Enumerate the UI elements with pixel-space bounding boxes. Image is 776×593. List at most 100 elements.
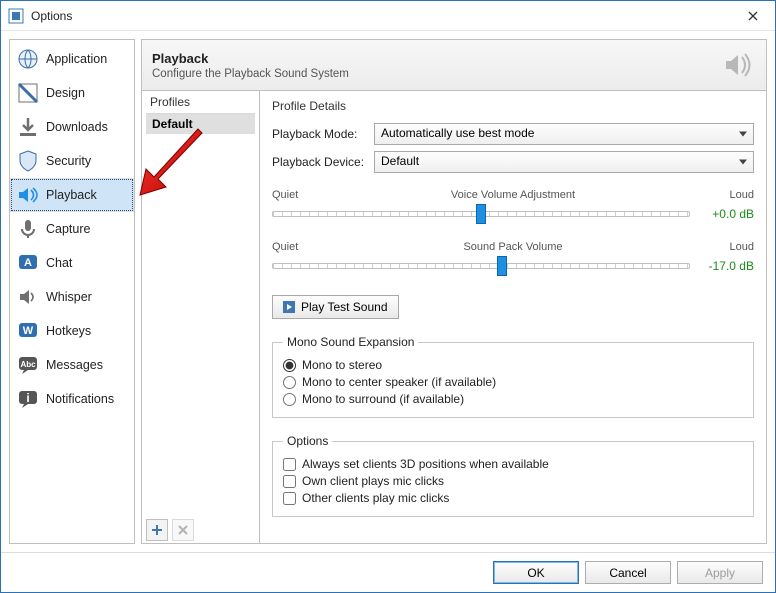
apply-button: Apply: [677, 561, 763, 584]
voice-volume-label: Voice Volume Adjustment: [332, 189, 694, 201]
section-header: Playback Configure the Playback Sound Sy…: [141, 39, 767, 91]
category-sidebar: Application Design Downloads Security Playba…: [9, 39, 135, 544]
sidebar-item-label: Capture: [46, 222, 90, 236]
section-title: Playback: [152, 51, 710, 66]
mono-option[interactable]: Mono to stereo: [283, 358, 743, 372]
sidebar-item-design[interactable]: Design: [10, 76, 134, 110]
voice-volume-slider[interactable]: [272, 203, 690, 225]
play-test-sound-button[interactable]: Play Test Sound: [272, 295, 399, 319]
sidebar-item-label: Messages: [46, 358, 103, 372]
checkbox-input[interactable]: [283, 475, 296, 488]
sidebar-item-label: Playback: [46, 188, 97, 202]
radio-input[interactable]: [283, 359, 296, 372]
svg-text:i: i: [26, 391, 29, 405]
svg-text:A: A: [24, 257, 32, 269]
sidebar-item-label: Hotkeys: [46, 324, 91, 338]
shield-icon: [16, 149, 40, 173]
svg-text:Abc: Abc: [20, 360, 36, 369]
sidebar-item-notifications[interactable]: i Notifications: [10, 382, 134, 416]
voice-volume-db: +0.0 dB: [702, 207, 754, 221]
sidebar-item-whisper[interactable]: Whisper: [10, 280, 134, 314]
checkbox-input[interactable]: [283, 458, 296, 471]
mono-expansion-group: Mono Sound Expansion Mono to stereo Mono …: [272, 335, 754, 418]
sidebar-item-messages[interactable]: Abc Messages: [10, 348, 134, 382]
playback-device-select[interactable]: Default: [374, 151, 754, 173]
checkbox-label: Always set clients 3D positions when ava…: [302, 457, 549, 471]
mic-icon: [16, 217, 40, 241]
sound-pack-slider[interactable]: [272, 255, 690, 277]
sidebar-item-label: Security: [46, 154, 91, 168]
sound-pack-label: Sound Pack Volume: [332, 241, 694, 253]
whisper-icon: [16, 285, 40, 309]
sidebar-item-label: Chat: [46, 256, 72, 270]
quiet-label: Quiet: [272, 189, 332, 201]
ok-button[interactable]: OK: [493, 561, 579, 584]
sound-pack-block: Quiet Sound Pack Volume Loud -17.0 dB: [272, 241, 754, 277]
loud-label: Loud: [694, 189, 754, 201]
profile-details: Profile Details Playback Mode: Automatic…: [260, 91, 766, 543]
sound-pack-db: -17.0 dB: [702, 259, 754, 273]
radio-label: Mono to surround (if available): [302, 392, 464, 406]
playback-mode-label: Playback Mode:: [272, 127, 366, 141]
quiet-label-2: Quiet: [272, 241, 332, 253]
svg-text:W: W: [23, 325, 34, 337]
body: Application Design Downloads Security Playba…: [1, 31, 775, 552]
option-check[interactable]: Other clients play mic clicks: [283, 491, 743, 505]
radio-input[interactable]: [283, 376, 296, 389]
radio-input[interactable]: [283, 393, 296, 406]
chat-a-icon: A: [16, 251, 40, 275]
hotkey-w-icon: W: [16, 319, 40, 343]
design-icon: [16, 81, 40, 105]
section-subtitle: Configure the Playback Sound System: [152, 68, 710, 80]
profiles-list[interactable]: Default: [146, 113, 255, 513]
options-group: Options Always set clients 3D positions …: [272, 434, 754, 517]
mono-option[interactable]: Mono to surround (if available): [283, 392, 743, 406]
sidebar-item-application[interactable]: Application: [10, 42, 134, 76]
main-panel: Playback Configure the Playback Sound Sy…: [141, 39, 767, 544]
sidebar-item-label: Design: [46, 86, 85, 100]
loud-label-2: Loud: [694, 241, 754, 253]
sidebar-item-label: Downloads: [46, 120, 108, 134]
speaker-icon: [720, 47, 756, 83]
play-test-label: Play Test Sound: [301, 300, 388, 314]
download-icon: [16, 115, 40, 139]
playback-mode-select[interactable]: Automatically use best mode: [374, 123, 754, 145]
options-window: Options Application Design Downloads Securi…: [0, 0, 776, 593]
close-button[interactable]: [730, 1, 775, 31]
mono-option[interactable]: Mono to center speaker (if available): [283, 375, 743, 389]
option-check[interactable]: Always set clients 3D positions when ava…: [283, 457, 743, 471]
checkbox-input[interactable]: [283, 492, 296, 505]
mono-legend: Mono Sound Expansion: [283, 335, 418, 349]
details-title: Profile Details: [272, 95, 754, 117]
app-icon: [7, 7, 25, 25]
checkbox-label: Other clients play mic clicks: [302, 491, 449, 505]
notify-icon: i: [16, 387, 40, 411]
radio-label: Mono to stereo: [302, 358, 382, 372]
speaker-icon: [16, 183, 40, 207]
sidebar-item-security[interactable]: Security: [10, 144, 134, 178]
globe-icon: [16, 47, 40, 71]
option-check[interactable]: Own client plays mic clicks: [283, 474, 743, 488]
sidebar-item-playback[interactable]: Playback: [10, 178, 134, 212]
window-title: Options: [31, 9, 730, 23]
sidebar-item-capture[interactable]: Capture: [10, 212, 134, 246]
radio-label: Mono to center speaker (if available): [302, 375, 496, 389]
sidebar-item-label: Application: [46, 52, 107, 66]
messages-icon: Abc: [16, 353, 40, 377]
options-legend: Options: [283, 434, 332, 448]
cancel-button[interactable]: Cancel: [585, 561, 671, 584]
dialog-footer: OK Cancel Apply: [1, 552, 775, 592]
content-columns: Profiles Default Profile Details: [141, 91, 767, 544]
voice-volume-block: Quiet Voice Volume Adjustment Loud +0.0 …: [272, 189, 754, 225]
profiles-column: Profiles Default: [142, 91, 260, 543]
profile-item[interactable]: Default: [146, 114, 255, 134]
titlebar: Options: [1, 1, 775, 31]
sidebar-item-chat[interactable]: A Chat: [10, 246, 134, 280]
add-profile-button[interactable]: [146, 519, 168, 541]
checkbox-label: Own client plays mic clicks: [302, 474, 444, 488]
sidebar-item-downloads[interactable]: Downloads: [10, 110, 134, 144]
sidebar-item-label: Notifications: [46, 392, 114, 406]
sidebar-item-hotkeys[interactable]: W Hotkeys: [10, 314, 134, 348]
playback-device-label: Playback Device:: [272, 155, 366, 169]
delete-profile-button: [172, 519, 194, 541]
